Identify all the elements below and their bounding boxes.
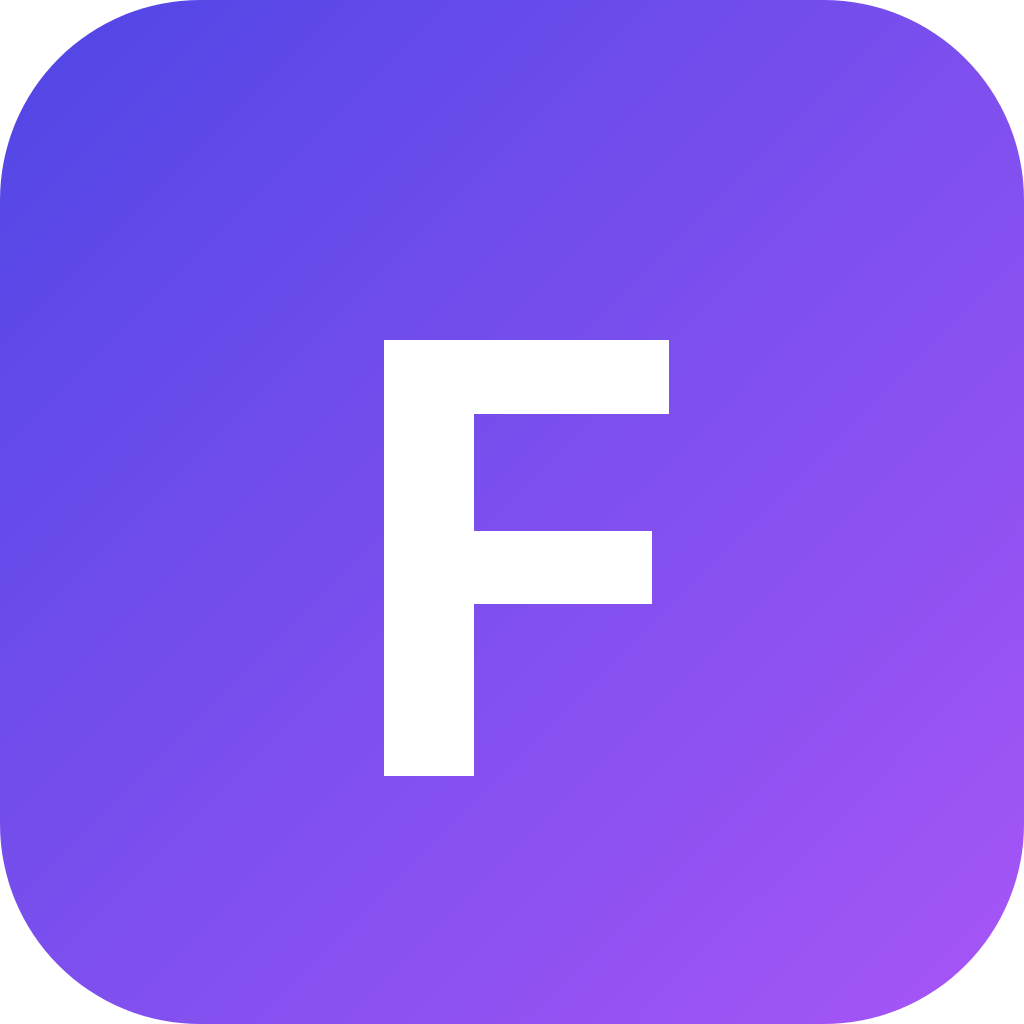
monogram-f-icon [384, 340, 669, 776]
app-icon: F [0, 0, 1024, 1024]
letter-f-glyph [384, 340, 669, 776]
